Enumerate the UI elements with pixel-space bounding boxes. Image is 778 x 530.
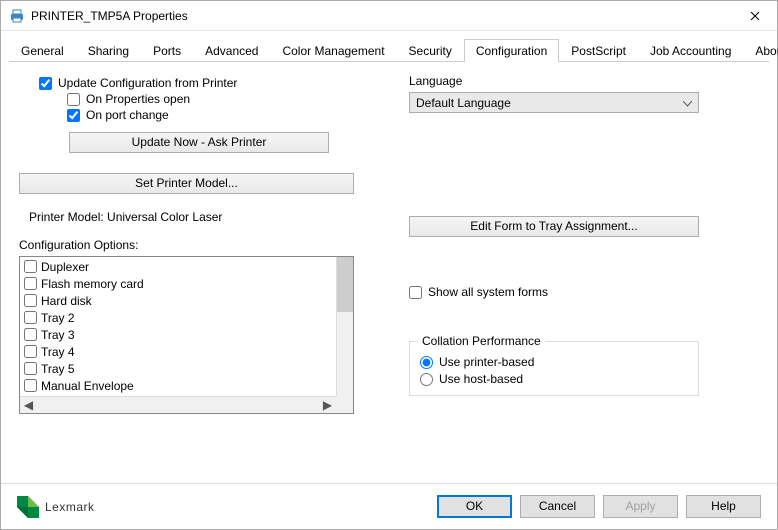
list-item[interactable]: Flash memory card — [24, 275, 332, 292]
tab-body-configuration: Update Configuration from Printer On Pro… — [1, 62, 777, 483]
tab-security[interactable]: Security — [397, 39, 464, 62]
apply-button[interactable]: Apply — [603, 495, 678, 518]
titlebar: PRINTER_TMP5A Properties — [1, 1, 777, 31]
option-label: Tray 4 — [41, 345, 75, 359]
option-label: Tray 3 — [41, 328, 75, 342]
option-label: Tray 2 — [41, 311, 75, 325]
option-label: Manual Envelope — [41, 379, 134, 393]
list-item[interactable]: Tray 4 — [24, 343, 332, 360]
window-title: PRINTER_TMP5A Properties — [31, 9, 732, 23]
config-options-label: Configuration Options: — [19, 238, 369, 252]
tab-general[interactable]: General — [9, 39, 76, 62]
tab-configuration[interactable]: Configuration — [464, 39, 559, 62]
printer-model-text: Printer Model: Universal Color Laser — [29, 210, 369, 224]
show-all-forms-checkbox[interactable]: Show all system forms — [409, 285, 759, 299]
ok-button[interactable]: OK — [437, 495, 512, 518]
use-printer-based-radio[interactable]: Use printer-based — [420, 355, 688, 369]
language-dropdown[interactable]: Default Language — [409, 92, 699, 113]
option-label: Tray 5 — [41, 362, 75, 376]
horizontal-scrollbar[interactable]: ◀ ▶ — [20, 396, 336, 413]
scroll-left-icon[interactable]: ◀ — [20, 397, 37, 414]
update-config-checkbox[interactable]: Update Configuration from Printer — [39, 76, 369, 90]
language-value: Default Language — [416, 96, 511, 110]
config-options-listbox[interactable]: Duplexer Flash memory card Hard disk Tray 2… — [19, 256, 354, 414]
right-column: Language Default Language Edit Form to T… — [409, 74, 759, 479]
collation-performance-label: Collation Performance — [418, 334, 545, 348]
tab-job-accounting[interactable]: Job Accounting — [638, 39, 743, 62]
list-item[interactable]: Tray 5 — [24, 360, 332, 377]
option-checkbox[interactable] — [24, 260, 37, 273]
on-port-change-label: On port change — [86, 108, 169, 122]
update-now-button[interactable]: Update Now - Ask Printer — [69, 132, 329, 153]
set-printer-model-button[interactable]: Set Printer Model... — [19, 173, 354, 194]
option-checkbox[interactable] — [24, 294, 37, 307]
cancel-button[interactable]: Cancel — [520, 495, 595, 518]
on-properties-open-label: On Properties open — [86, 92, 190, 106]
collation-performance-group: Collation Performance Use printer-based … — [409, 341, 699, 396]
list-item[interactable]: Manual Envelope — [24, 377, 332, 394]
option-checkbox[interactable] — [24, 362, 37, 375]
tab-color-management[interactable]: Color Management — [270, 39, 396, 62]
vertical-scrollbar[interactable] — [336, 257, 353, 396]
tab-about[interactable]: About — [743, 39, 778, 62]
chevron-down-icon — [683, 96, 692, 110]
option-checkbox[interactable] — [24, 311, 37, 324]
help-button[interactable]: Help — [686, 495, 761, 518]
option-label: Hard disk — [41, 294, 92, 308]
update-config-label: Update Configuration from Printer — [58, 76, 237, 90]
left-column: Update Configuration from Printer On Pro… — [19, 74, 369, 479]
scrollbar-thumb[interactable] — [337, 257, 353, 312]
properties-window: PRINTER_TMP5A Properties GeneralSharingP… — [0, 0, 778, 530]
tab-ports[interactable]: Ports — [141, 39, 193, 62]
list-item[interactable]: Duplexer — [24, 258, 332, 275]
on-properties-open-checkbox[interactable]: On Properties open — [67, 92, 369, 106]
dialog-footer: Lexmark OK Cancel Apply Help — [1, 483, 777, 529]
list-item[interactable]: Tray 3 — [24, 326, 332, 343]
tab-sharing[interactable]: Sharing — [76, 39, 141, 62]
use-host-based-radio[interactable]: Use host-based — [420, 372, 688, 386]
lexmark-logo-icon — [17, 496, 39, 518]
use-printer-based-label: Use printer-based — [439, 355, 534, 369]
list-item[interactable]: Hard disk — [24, 292, 332, 309]
brand-text: Lexmark — [45, 500, 95, 514]
brand: Lexmark — [17, 496, 95, 518]
on-port-change-checkbox[interactable]: On port change — [67, 108, 369, 122]
scrollbar-corner — [336, 396, 353, 413]
tab-advanced[interactable]: Advanced — [193, 39, 270, 62]
option-label: Flash memory card — [41, 277, 144, 291]
edit-form-tray-button[interactable]: Edit Form to Tray Assignment... — [409, 216, 699, 237]
tab-strip: GeneralSharingPortsAdvancedColor Managem… — [1, 31, 777, 62]
option-checkbox[interactable] — [24, 328, 37, 341]
show-all-forms-label: Show all system forms — [428, 285, 548, 299]
list-item[interactable]: Tray 2 — [24, 309, 332, 326]
tab-postscript[interactable]: PostScript — [559, 39, 638, 62]
option-label: Duplexer — [41, 260, 89, 274]
option-checkbox[interactable] — [24, 379, 37, 392]
option-checkbox[interactable] — [24, 277, 37, 290]
close-button[interactable] — [732, 1, 777, 30]
scroll-right-icon[interactable]: ▶ — [319, 397, 336, 414]
option-checkbox[interactable] — [24, 345, 37, 358]
printer-icon — [9, 8, 25, 24]
language-label: Language — [409, 74, 759, 88]
use-host-based-label: Use host-based — [439, 372, 523, 386]
